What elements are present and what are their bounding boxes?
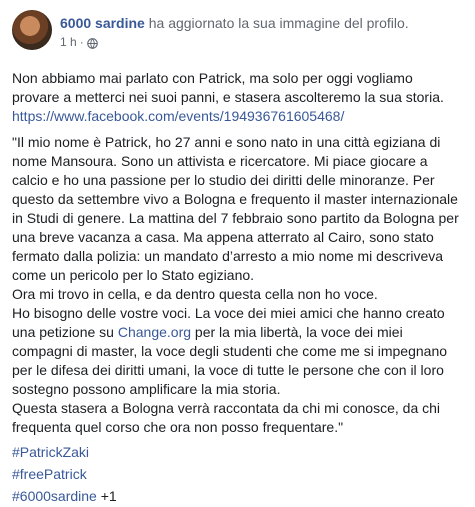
post: 6000 sardine ha aggiornato la sua immagi… [0,0,475,504]
hashtag-link[interactable]: #6000sardine [12,488,97,504]
quote-paragraph-2: Ora mi trovo in cella, e da dentro quest… [12,286,378,302]
post-header-text: 6000 sardine ha aggiornato la sua immagi… [60,9,409,50]
header-line: 6000 sardine ha aggiornato la sua immagi… [60,14,409,32]
author-link[interactable]: 6000 sardine [60,15,145,31]
action-text: ha aggiornato la sua immagine del profil… [148,15,409,31]
post-meta: 1 h · [60,34,409,50]
event-link[interactable]: https://www.facebook.com/events/19493676… [12,108,344,124]
separator-dot: · [79,35,84,49]
post-content: Non abbiamo mai parlato con Patrick, ma … [12,69,463,507]
quote-paragraph-3: Ho bisogno delle vostre voci. La voce de… [12,304,463,399]
hashtag-link[interactable]: #freePatrick [12,466,87,482]
globe-icon[interactable] [86,37,98,49]
post-header: 6000 sardine ha aggiornato la sua immagi… [12,9,463,57]
hashtag-list: #PatrickZaki #freePatrick #6000sardine +… [12,441,463,507]
avatar[interactable] [12,10,52,50]
intro-paragraph: Non abbiamo mai parlato con Patrick, ma … [12,70,444,105]
timestamp-link[interactable]: 1 h [60,34,77,50]
hashtag-link[interactable]: #PatrickZaki [12,444,89,460]
quote-paragraph-4: Questa stasera a Bologna verrà raccontat… [12,400,441,435]
more-tags-count[interactable]: +1 [97,488,117,504]
quote-paragraph-1: "Il mio nome è Patrick, ho 27 anni e son… [12,134,459,283]
change-org-link[interactable]: Change.org [118,324,191,340]
